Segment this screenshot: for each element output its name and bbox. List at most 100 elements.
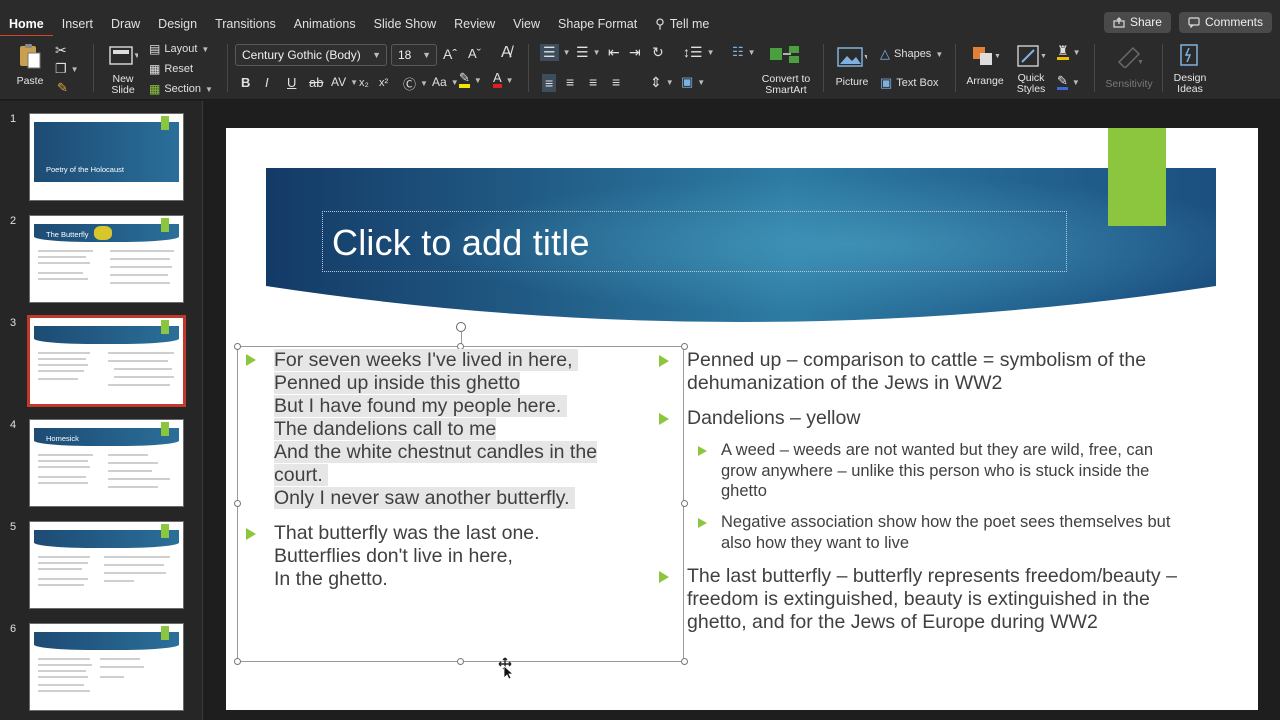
strikethrough-button[interactable]: ab [309, 75, 323, 90]
resize-handle[interactable] [234, 343, 241, 350]
rotate-handle[interactable] [456, 322, 466, 332]
thumb-text [38, 370, 84, 372]
tab-home[interactable]: Home [0, 12, 53, 38]
comments-button[interactable]: Comments [1178, 12, 1272, 33]
section-button[interactable]: ▦ Section ▼ [149, 82, 213, 96]
resize-handle[interactable] [234, 658, 241, 665]
align-right-button[interactable]: ≡ [589, 74, 597, 90]
text-box-icon: ▣ [880, 75, 893, 90]
bold-icon: B [241, 75, 251, 90]
analysis-point-1[interactable]: Penned up – comparison to cattle = symbo… [687, 349, 1146, 395]
line-spacing-button[interactable]: ↕☰ ▼ [683, 44, 714, 61]
thumb-text [100, 666, 144, 668]
increase-font-size-button[interactable]: Aˆ [443, 46, 457, 62]
bold-button[interactable]: B [241, 75, 250, 90]
tab-design[interactable]: Design [149, 12, 206, 38]
sensitivity-button[interactable]: ▼ Sensitivity [1102, 44, 1156, 90]
align-left-button[interactable]: ≡ [542, 74, 557, 92]
analysis-line: Negative association show how the poet s… [721, 513, 1171, 531]
thumb-text [38, 690, 90, 692]
tab-transitions[interactable]: Transitions [206, 12, 285, 38]
character-spacing-button[interactable]: AV ▼ [331, 75, 358, 89]
slide-thumbnail-5[interactable] [29, 521, 184, 609]
increase-indent-button[interactable]: ⇥ [629, 44, 641, 61]
tab-slide-show[interactable]: Slide Show [365, 12, 446, 38]
slide-thumbnail-2[interactable]: The Butterfly [29, 215, 184, 303]
slide-thumbnail-6[interactable] [29, 623, 184, 711]
shapes-button[interactable]: △ Shapes ▼ [880, 46, 943, 62]
slide-thumbnail-1[interactable]: Poetry of the Holocaust [29, 113, 184, 201]
text-direction-button[interactable]: ↻ [652, 44, 664, 61]
tab-review[interactable]: Review [445, 12, 504, 38]
numbering-button[interactable]: ☰ ▼ [576, 44, 600, 61]
thumb-text [38, 568, 82, 570]
tab-draw[interactable]: Draw [102, 12, 149, 38]
font-size-select[interactable]: 18 ▼ [391, 44, 437, 66]
columns-button[interactable]: ☷ ▼ [732, 44, 756, 60]
slide-canvas[interactable]: Click to add title For seven weeks I've … [226, 128, 1258, 710]
slide-thumbnail-panel[interactable]: 1 Poetry of the Holocaust 2 The Butterfl… [0, 101, 203, 720]
text-effects-button[interactable]: Ⓒ ▼ [403, 74, 428, 93]
arrange-button[interactable]: ▼ Arrange [964, 44, 1006, 87]
new-slide-button[interactable]: ▼ New Slide [102, 44, 144, 96]
tab-tell-me[interactable]: ⚲ Tell me [646, 12, 718, 38]
layout-button[interactable]: ▤ Layout ▼ [149, 42, 209, 56]
align-text-button[interactable]: ⇕ ▼ [650, 74, 674, 91]
change-case-button[interactable]: Aa ▼ [432, 75, 459, 89]
resize-handle[interactable] [681, 500, 688, 507]
separator [1094, 44, 1095, 92]
slide-thumbnail-3-selected[interactable] [27, 315, 186, 407]
convert-to-smartart-button[interactable]: Convert to SmartArt [758, 44, 814, 96]
highlight-button[interactable]: ✎ ▼ [459, 71, 482, 88]
share-button[interactable]: Share [1103, 12, 1171, 33]
text-box-options-button[interactable]: ▣ ▼ [681, 74, 705, 90]
resize-handle[interactable] [234, 500, 241, 507]
analysis-point-2[interactable]: Dandelions – yellow [687, 407, 860, 430]
bullets-button[interactable]: ☰ ▼ [540, 44, 570, 61]
superscript-button[interactable]: x² [379, 77, 388, 89]
thumb-text [100, 676, 124, 678]
smartart-icon [770, 46, 799, 63]
align-center-button[interactable]: ≡ [566, 74, 574, 90]
clear-format-icon: A̸ [501, 44, 512, 61]
italic-button[interactable]: I [265, 75, 269, 90]
shape-fill-button[interactable]: ♜ ▼ [1057, 44, 1081, 60]
decrease-font-size-button[interactable]: Aˇ [468, 46, 481, 61]
slide-number: 3 [10, 317, 17, 329]
resize-handle[interactable] [681, 658, 688, 665]
quick-styles-button[interactable]: ▼ Quick Styles [1011, 44, 1051, 95]
slide-thumbnail-4[interactable]: Homesick [29, 419, 184, 507]
section-label: Section [164, 83, 202, 95]
clear-formatting-button[interactable]: A̸ [501, 44, 512, 62]
font-name-select[interactable]: Century Gothic (Body) ▼ [235, 44, 387, 66]
italic-icon: I [265, 75, 269, 90]
thumb-text [110, 250, 174, 252]
copy-button[interactable]: ❐ ▼ [55, 61, 79, 77]
subscript-button[interactable]: x₂ [359, 77, 369, 89]
shape-outline-button[interactable]: ✎ ▼ [1057, 74, 1080, 90]
resize-handle[interactable] [457, 658, 464, 665]
justify-button[interactable]: ≡ [612, 74, 620, 90]
bullet-marker [659, 355, 669, 367]
tab-animations[interactable]: Animations [285, 12, 365, 38]
text-box-button[interactable]: ▣ Text Box [880, 75, 938, 91]
analysis-sub-2[interactable]: Negative association show how the poet s… [721, 512, 1170, 553]
underline-button[interactable]: U [287, 75, 296, 90]
font-color-button[interactable]: A ▼ [493, 71, 514, 88]
thumb-text [38, 476, 86, 478]
analysis-sub-1[interactable]: A weed – weeds are not wanted but they a… [721, 440, 1153, 502]
tab-shape-format[interactable]: Shape Format [549, 12, 646, 38]
design-ideas-button[interactable]: Design Ideas [1168, 42, 1212, 95]
picture-button[interactable]: ▼ Picture [832, 46, 872, 88]
paste-button[interactable]: Paste [12, 42, 48, 87]
format-painter-button[interactable]: ✎ [57, 80, 68, 96]
cut-button[interactable]: ✂ [55, 42, 67, 59]
decrease-indent-button[interactable]: ⇤ [608, 44, 620, 61]
tab-view[interactable]: View [504, 12, 549, 38]
tab-insert[interactable]: Insert [53, 12, 102, 38]
title-placeholder[interactable]: Click to add title [322, 211, 1067, 272]
analysis-point-3[interactable]: The last butterfly – butterfly represent… [687, 565, 1177, 634]
reset-button[interactable]: ▦ Reset [149, 62, 193, 76]
svg-text:▼: ▼ [133, 51, 138, 60]
new-slide-label-2: Slide [111, 84, 135, 96]
